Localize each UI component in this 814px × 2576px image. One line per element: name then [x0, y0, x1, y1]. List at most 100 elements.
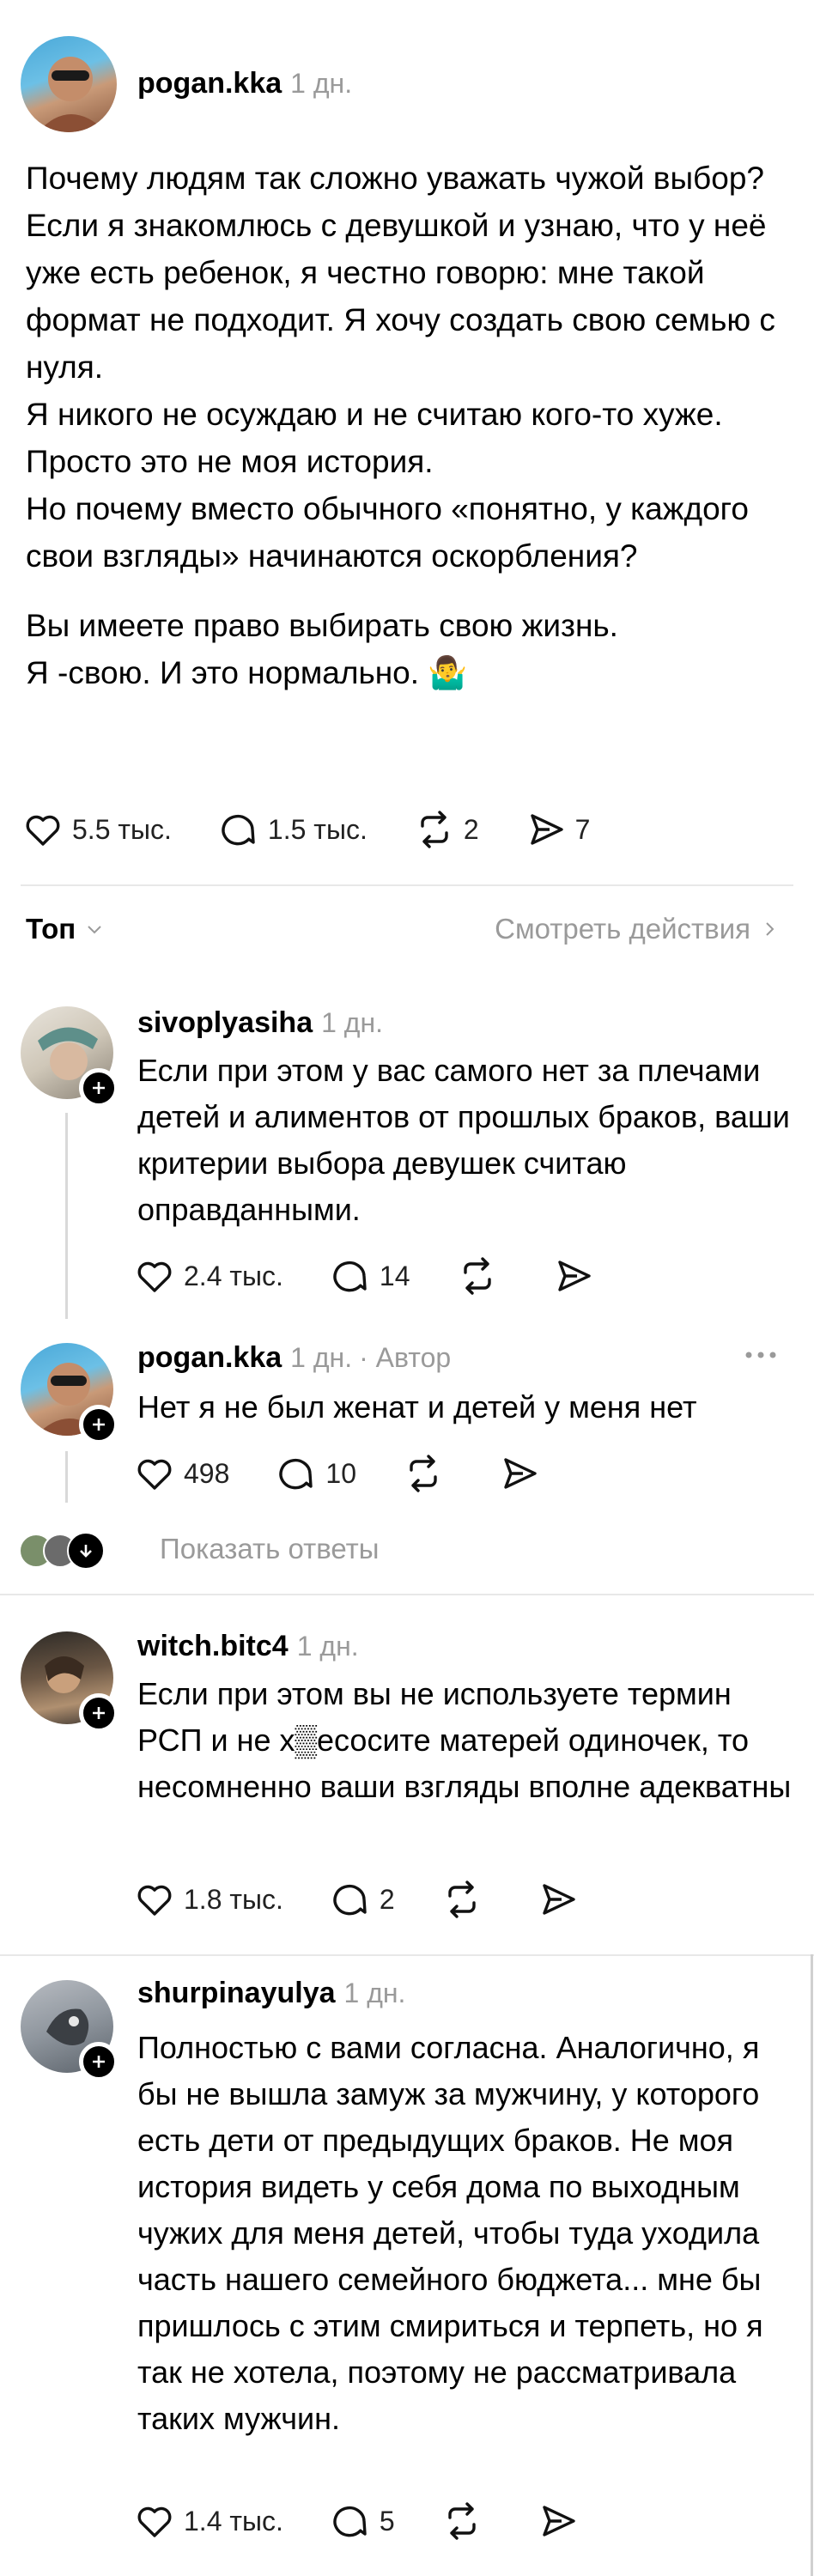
send-icon — [504, 1458, 537, 1489]
post-reply-button[interactable]: 1.5 тыс. — [218, 809, 368, 850]
repost-icon — [463, 1257, 491, 1295]
comment-username[interactable]: sivoplyasiha — [137, 1006, 313, 1039]
heart-icon — [137, 1261, 172, 1292]
follow-button[interactable] — [79, 2042, 118, 2081]
comment-body: Если при этом вы не используете термин Р… — [137, 1676, 792, 1804]
post-like-button[interactable]: 5.5 тыс. — [22, 809, 172, 850]
thread-line — [65, 1451, 68, 1503]
post-like-count: 5.5 тыс. — [72, 813, 172, 845]
repost-icon — [448, 1880, 476, 1918]
comment-reply-count: 5 — [379, 2505, 395, 2537]
plus-icon — [93, 1082, 105, 1094]
comment-username[interactable]: pogan.kka — [137, 1341, 282, 1374]
comment-share-button[interactable] — [499, 1453, 549, 1494]
repost-icon — [448, 2502, 476, 2540]
post-author-header: pogan.kka 1 дн. — [137, 67, 352, 100]
chevron-down-icon — [88, 926, 101, 934]
comment-body: Полностью с вами согласна. Аналогично, я… — [137, 2030, 763, 2436]
comment-like-button[interactable]: 1.4 тыс. — [134, 2500, 283, 2542]
heart-icon — [137, 2506, 172, 2537]
comment-like-count: 2.4 тыс. — [184, 1260, 283, 1291]
comment-like-button[interactable]: 2.4 тыс. — [134, 1255, 283, 1297]
view-activity-label: Смотреть действия — [495, 913, 750, 945]
comment-reply-button[interactable]: 10 — [276, 1453, 356, 1494]
plus-icon — [93, 1419, 105, 1431]
post-actions: 5.5 тыс. 1.5 тыс. 2 7 — [22, 809, 636, 850]
comment-bubble-icon — [333, 1884, 367, 1916]
send-icon — [543, 1884, 575, 1915]
post-divider — [21, 884, 793, 886]
comment-repost-button[interactable] — [441, 1879, 491, 1920]
follow-button[interactable] — [79, 1405, 118, 1444]
plus-icon — [93, 1707, 105, 1719]
comment-header: shurpinayulya 1 дн. — [137, 1977, 405, 2010]
plus-icon — [93, 2056, 105, 2068]
comment-header: sivoplyasiha 1 дн. — [137, 1006, 383, 1040]
comment-header: pogan.kka 1 дн. · Автор — [137, 1341, 451, 1375]
chevron-right-icon — [766, 922, 775, 936]
comment-repost-button[interactable] — [403, 1453, 453, 1494]
comment-time: 1 дн. — [296, 1631, 359, 1662]
post-paragraph: Если я знакомлюсь с девушкой и узнаю, чт… — [26, 208, 775, 385]
post-paragraph: Вы имеете право выбирать свою жизнь. — [26, 608, 618, 643]
sort-dropdown[interactable]: Топ — [26, 913, 105, 945]
author-tag: · Автор — [359, 1342, 452, 1373]
comment-bubble-icon — [333, 2506, 367, 2537]
scrollbar[interactable] — [811, 1954, 813, 2576]
comment-header: witch.bitc4 1 дн. — [137, 1630, 359, 1663]
post-paragraph: Я -свою. И это нормально. 🤷‍♂️ — [26, 655, 468, 690]
show-replies-row[interactable]: Показать ответы — [19, 1530, 380, 1570]
comment-actions: 1.4 тыс. 5 — [134, 2500, 634, 2542]
comment-time: 1 дн. — [343, 1978, 406, 2008]
heart-icon — [137, 1885, 172, 1916]
comment-repost-button[interactable] — [441, 2500, 491, 2542]
thread-divider — [0, 1954, 814, 1956]
comment-like-count: 1.8 тыс. — [184, 1883, 283, 1915]
follow-button[interactable] — [79, 1068, 118, 1108]
comment-reply-button[interactable]: 5 — [330, 2500, 395, 2542]
comment-like-button[interactable]: 498 — [134, 1453, 229, 1494]
post-paragraph: Почему людям так сложно уважать чужой вы… — [26, 161, 764, 196]
comment-share-button[interactable] — [538, 1879, 587, 1920]
comment-body: Если при этом у вас самого нет за плечам… — [137, 1053, 790, 1227]
view-activity-link[interactable]: Смотреть действия — [495, 913, 780, 945]
comment-time: 1 дн. — [321, 1007, 384, 1038]
post-share-button[interactable]: 7 — [525, 809, 591, 850]
send-icon — [557, 1261, 591, 1291]
comment-reply-count: 2 — [379, 1883, 395, 1915]
comment-username[interactable]: shurpinayulya — [137, 1977, 336, 2009]
comment-username[interactable]: witch.bitc4 — [137, 1630, 289, 1662]
comment-reply-count: 10 — [325, 1457, 356, 1489]
comment-reply-button[interactable]: 14 — [330, 1255, 410, 1297]
post-body: Почему людям так сложно уважать чужой вы… — [26, 155, 790, 696]
follow-button[interactable] — [79, 1693, 118, 1733]
comment-like-count: 1.4 тыс. — [184, 2505, 283, 2537]
post-username[interactable]: pogan.kka — [137, 67, 282, 100]
thread-divider — [0, 1594, 814, 1595]
post-author-avatar[interactable] — [21, 36, 117, 132]
post-repost-count: 2 — [463, 813, 479, 845]
comment-actions: 2.4 тыс. 14 — [134, 1255, 649, 1297]
comment-actions: 498 10 — [134, 1453, 595, 1494]
comment-time: 1 дн. — [290, 1342, 353, 1373]
comment-body: Нет я не был женат и детей у меня нет — [137, 1389, 697, 1425]
comment-like-button[interactable]: 1.8 тыс. — [134, 1879, 283, 1920]
reply-avatars — [19, 1530, 115, 1570]
post-reply-count: 1.5 тыс. — [267, 813, 368, 845]
more-options-button[interactable] — [742, 1345, 780, 1370]
comment-actions: 1.8 тыс. 2 — [134, 1879, 634, 1920]
comment-reply-button[interactable]: 2 — [330, 1879, 395, 1920]
send-icon — [530, 814, 563, 845]
post-paragraph: Я никого не осуждаю и не считаю кого-то … — [26, 397, 723, 479]
send-icon — [543, 2506, 575, 2537]
comment-repost-button[interactable] — [457, 1255, 507, 1297]
post-share-count: 7 — [574, 813, 591, 845]
comment-bubble-icon — [279, 1458, 313, 1490]
show-replies-label: Показать ответы — [160, 1533, 380, 1564]
post-repost-button[interactable]: 2 — [414, 809, 479, 850]
comment-bubble-icon — [222, 814, 255, 846]
comment-share-button[interactable] — [538, 2500, 587, 2542]
post-time: 1 дн. — [290, 68, 353, 99]
comment-share-button[interactable] — [553, 1255, 603, 1297]
ellipsis-icon — [745, 1352, 776, 1358]
